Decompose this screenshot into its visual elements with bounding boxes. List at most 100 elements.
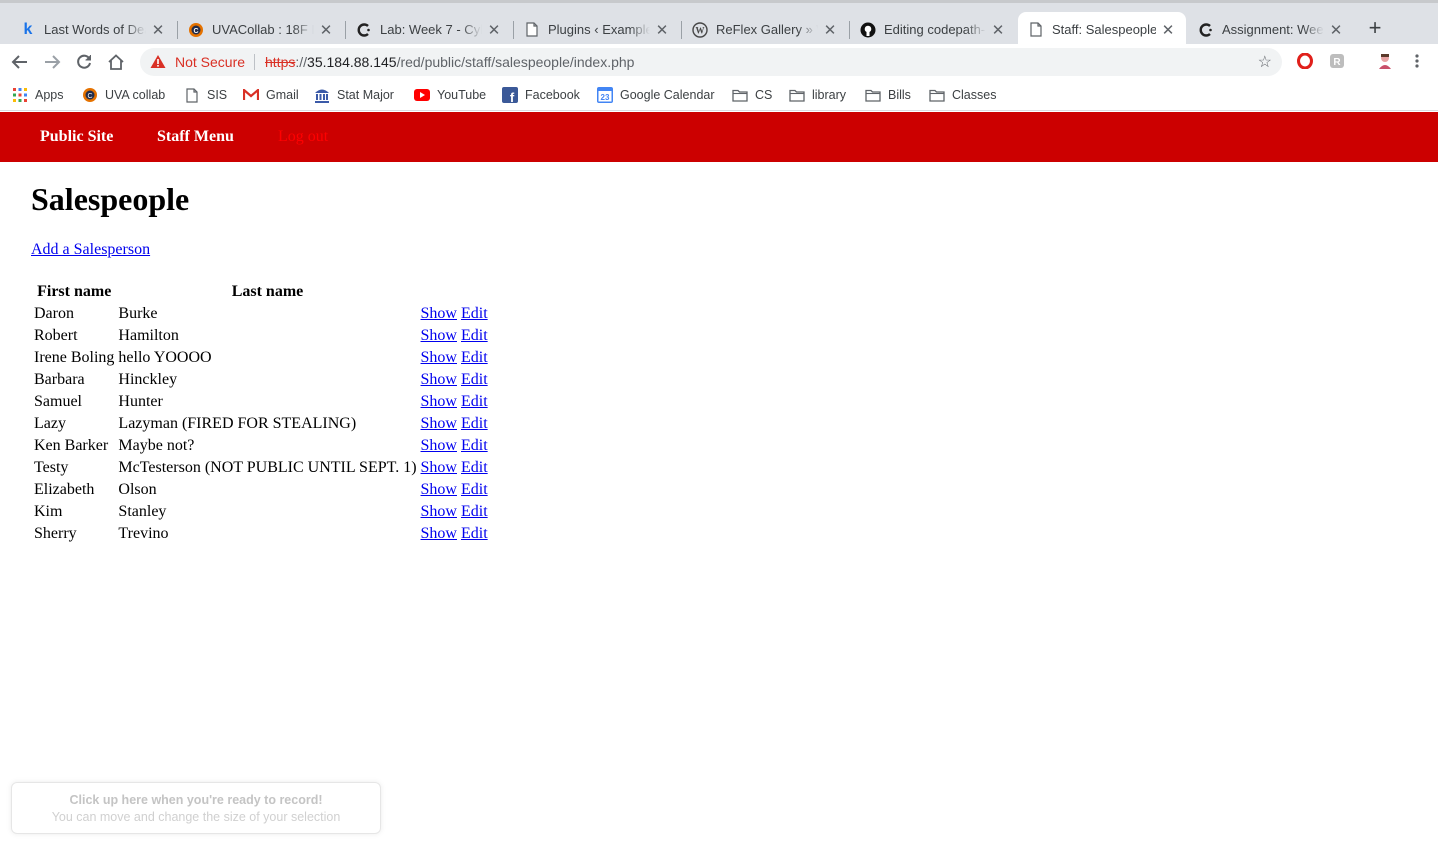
show-link[interactable]: Show [421, 437, 457, 454]
folder-icon [865, 87, 881, 103]
staff-menu-link[interactable]: Staff Menu [157, 128, 234, 146]
opera-extension-icon[interactable] [1296, 52, 1314, 70]
bookmark-star-icon[interactable]: ☆ [1258, 52, 1272, 72]
first-name-cell: Ken Barker [34, 437, 109, 454]
public-site-link[interactable]: Public Site [40, 128, 113, 146]
bookmark-folder-bills[interactable]: Bills [865, 86, 911, 104]
close-tab-icon[interactable]: ✕ [150, 21, 166, 39]
new-tab-button[interactable]: + [1364, 17, 1386, 39]
browser-toolbar: Not Secure https://35.184.88.145/red/pub… [0, 44, 1438, 80]
bookmark-stat-major[interactable]: Stat Major [314, 86, 394, 104]
svg-text:f: f [510, 90, 515, 103]
bookmark-sis[interactable]: SIS [184, 86, 227, 104]
close-tab-icon[interactable]: ✕ [318, 21, 334, 39]
tab-title: Lab: Week 7 - Cyb [380, 22, 482, 37]
show-link[interactable]: Show [421, 525, 457, 542]
last-name-cell: Maybe not? [118, 437, 195, 454]
table-row: Robert Hamilton Show Edit [33, 326, 489, 346]
reload-icon [77, 54, 91, 69]
tab-reflex-gallery[interactable]: W ReFlex Gallery » W ✕ [682, 12, 848, 47]
bookmark-uva-collab[interactable]: C UVA collab [82, 86, 165, 104]
show-link[interactable]: Show [421, 305, 457, 322]
address-bar[interactable]: Not Secure https://35.184.88.145/red/pub… [140, 48, 1282, 76]
bookmark-folder-library[interactable]: library [789, 86, 846, 104]
url-host: 35.184.88.145 [307, 54, 397, 70]
close-tab-icon[interactable]: ✕ [486, 21, 502, 39]
show-link[interactable]: Show [421, 415, 457, 432]
profile-avatar-icon[interactable] [1376, 52, 1394, 70]
first-name-cell: Barbara [34, 371, 85, 388]
edit-link[interactable]: Edit [461, 327, 488, 344]
bookmark-label: Google Calendar [620, 88, 715, 102]
tab-plugins[interactable]: Plugins ‹ Example ✕ [514, 12, 680, 47]
url-text[interactable]: https://35.184.88.145/red/public/staff/s… [265, 54, 634, 70]
bookmark-facebook[interactable]: f Facebook [502, 86, 580, 104]
bookmark-apps[interactable]: Apps [12, 86, 64, 104]
first-name-cell: Kim [34, 503, 63, 520]
edit-link[interactable]: Edit [461, 437, 488, 454]
table-row: Irene Boling hello YOOOO Show Edit [33, 348, 489, 368]
table-row: Kim Stanley Show Edit [33, 502, 489, 522]
tab-last-words[interactable]: k Last Words of Dea ✕ [10, 12, 176, 47]
edit-link[interactable]: Edit [461, 503, 488, 520]
log-out-link[interactable]: Log out [278, 128, 328, 146]
bookmark-gmail[interactable]: Gmail [243, 86, 299, 104]
show-link[interactable]: Show [421, 349, 457, 366]
bookmark-label: library [812, 88, 847, 102]
edit-link[interactable]: Edit [461, 459, 488, 476]
show-link[interactable]: Show [421, 327, 457, 344]
show-link[interactable]: Show [421, 503, 457, 520]
close-tab-icon[interactable]: ✕ [1328, 21, 1344, 39]
close-tab-icon[interactable]: ✕ [990, 21, 1006, 39]
last-name-cell: Olson [118, 481, 157, 498]
edit-link[interactable]: Edit [461, 393, 488, 410]
edit-link[interactable]: Edit [461, 371, 488, 388]
bookmark-folder-cs[interactable]: CS [732, 86, 772, 104]
table-row: Elizabeth Olson Show Edit [33, 480, 489, 500]
first-name-cell: Sherry [34, 525, 77, 542]
page-icon [1028, 22, 1044, 38]
edit-link[interactable]: Edit [461, 305, 488, 322]
url-separator: :// [295, 54, 308, 70]
close-tab-icon[interactable]: ✕ [654, 21, 670, 39]
forward-button[interactable] [40, 50, 64, 74]
browser-menu-icon[interactable] [1408, 52, 1426, 70]
tab-staff-salespeople[interactable]: Staff: Salespeople ✕ [1018, 12, 1186, 47]
tab-uva-collab[interactable]: C UVACollab : 18F N ✕ [178, 12, 344, 47]
close-tab-icon[interactable]: ✕ [822, 21, 838, 39]
svg-text:C: C [87, 93, 92, 100]
tab-editing-codepath[interactable]: Editing codepath- ✕ [850, 12, 1016, 47]
show-link[interactable]: Show [421, 393, 457, 410]
bookmark-folder-classes[interactable]: Classes [929, 86, 996, 104]
reload-button[interactable] [72, 50, 96, 74]
edit-link[interactable]: Edit [461, 349, 488, 366]
back-button[interactable] [8, 50, 32, 74]
add-salesperson-link[interactable]: Add a Salesperson [31, 241, 150, 259]
tab-assignment-week[interactable]: Assignment: Week ✕ [1188, 12, 1354, 47]
url-scheme: https [265, 54, 296, 70]
bookmark-youtube[interactable]: YouTube [414, 86, 486, 104]
edit-link[interactable]: Edit [461, 481, 488, 498]
show-link[interactable]: Show [421, 459, 457, 476]
show-link[interactable]: Show [421, 371, 457, 388]
table-header-row: First name Last name [33, 282, 489, 302]
page-title: Salespeople [31, 181, 190, 217]
tab-title: Staff: Salespeople [1052, 22, 1156, 37]
extension-puzzle-icon[interactable]: R [1328, 52, 1346, 70]
recording-selection-overlay[interactable]: Click up here when you're ready to recor… [11, 782, 381, 834]
first-name-cell: Irene Boling [34, 349, 115, 366]
svg-text:R: R [1333, 57, 1341, 68]
edit-link[interactable]: Edit [461, 415, 488, 432]
folder-icon [732, 87, 748, 103]
tab-title: Last Words of Dea [44, 22, 146, 37]
show-link[interactable]: Show [421, 481, 457, 498]
bookmark-label: Facebook [525, 88, 580, 102]
not-secure-label[interactable]: Not Secure [175, 54, 245, 70]
edit-link[interactable]: Edit [461, 525, 488, 542]
home-button[interactable] [104, 50, 128, 74]
bookmark-google-calendar[interactable]: 23 Google Calendar [597, 86, 715, 104]
calendar-day-number: 23 [601, 93, 610, 102]
youtube-icon [414, 87, 430, 103]
tab-lab-week-7[interactable]: Lab: Week 7 - Cyb ✕ [346, 12, 512, 47]
close-tab-icon[interactable]: ✕ [1160, 21, 1176, 39]
